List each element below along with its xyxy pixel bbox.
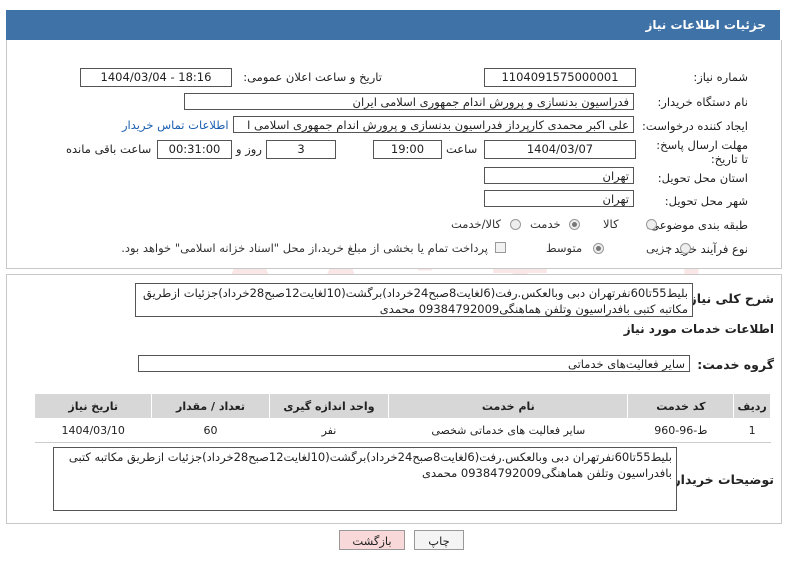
service-group-label: گروه خدمت: — [697, 357, 774, 372]
requester-field: علی اکبر محمدی کارپرداز فدراسیون بدنسازی… — [233, 116, 634, 133]
process-medium-label: متوسط — [546, 241, 583, 255]
page-title-bar: جزئیات اطلاعات نیاز — [6, 10, 780, 40]
city-field: تهران — [484, 190, 634, 207]
buyer-org-label: نام دستگاه خریدار: — [657, 95, 748, 109]
services-table: ردیف کد خدمت نام خدمت واحد اندازه گیری ت… — [33, 393, 771, 443]
process-minor-radio[interactable] — [680, 243, 691, 254]
remaining-days-label: روز و — [236, 142, 262, 156]
category-goods-service-radio[interactable] — [510, 219, 521, 230]
category-service-label: خدمت — [530, 217, 561, 231]
process-label: نوع فرآیند خرید : — [666, 242, 748, 256]
remaining-time-field: 00:31:00 — [157, 140, 232, 159]
buyer-notes-textarea[interactable]: بلیط55تا60نفرتهران دبی وبالعکس.رفت(6لغای… — [53, 447, 677, 511]
summary-textarea[interactable]: بلیط55تا60نفرتهران دبی وبالعکس.رفت(6لغای… — [135, 283, 693, 317]
cell-unit: نفر — [269, 418, 389, 443]
table-row: 1 ط-96-960 سایر فعالیت های خدماتی شخصی ن… — [34, 418, 771, 443]
announce-date-field: 1404/03/04 - 18:16 — [80, 68, 232, 87]
cell-row-number: 1 — [733, 418, 771, 443]
col-service-code: کد خدمت — [627, 393, 735, 419]
remaining-time-label: ساعت باقی مانده — [66, 142, 152, 156]
treasury-payment-note: پرداخت تمام یا بخشی از مبلغ خرید،از محل … — [121, 241, 488, 255]
treasury-payment-checkbox[interactable] — [495, 242, 506, 253]
process-medium-radio[interactable] — [593, 243, 604, 254]
col-service-name: نام خدمت — [388, 393, 629, 419]
need-number-field: 1104091575000001 — [484, 68, 636, 87]
buyer-notes-label: توضیحات خریدار: — [668, 472, 774, 487]
print-button[interactable]: چاپ — [414, 530, 464, 550]
deadline-date-field: 1404/03/07 — [484, 140, 636, 159]
category-goods-label: کالا — [603, 217, 619, 231]
summary-label: شرح کلی نیاز: — [684, 291, 774, 306]
deadline-time-field: 19:00 — [373, 140, 442, 159]
col-row-number: ردیف — [733, 393, 771, 419]
announce-date-label: تاریخ و ساعت اعلان عمومی: — [243, 70, 382, 84]
cell-service-code: ط-96-960 — [627, 418, 734, 443]
col-quantity: تعداد / مقدار — [151, 393, 270, 419]
process-minor-label: جزیی — [646, 241, 673, 255]
services-heading: اطلاعات خدمات مورد نیاز — [623, 322, 774, 336]
col-unit: واحد اندازه گیری — [268, 393, 390, 419]
service-group-field: سایر فعالیت‌های خدماتی — [138, 355, 690, 372]
back-button[interactable]: بازگشت — [339, 530, 405, 550]
services-table-header: ردیف کد خدمت نام خدمت واحد اندازه گیری ت… — [33, 393, 771, 419]
category-goods-service-label: کالا/خدمت — [451, 217, 502, 231]
need-number-label: شماره نیاز: — [693, 70, 748, 84]
province-field: تهران — [484, 167, 634, 184]
col-need-date: تاریخ نیاز — [33, 393, 153, 419]
category-goods-radio[interactable] — [646, 219, 657, 230]
buyer-contact-link[interactable]: اطلاعات تماس خریدار — [122, 118, 229, 132]
category-service-radio[interactable] — [569, 219, 580, 230]
province-label: استان محل تحویل: — [657, 171, 748, 185]
deadline-time-label: ساعت — [446, 142, 478, 156]
category-label: طبقه بندی موضوعی: — [646, 218, 748, 232]
cell-quantity: 60 — [151, 418, 270, 443]
cell-need-date: 1404/03/10 — [34, 418, 152, 443]
cell-service-name: سایر فعالیت های خدماتی شخصی — [388, 418, 628, 443]
remaining-days-field: 3 — [266, 140, 336, 159]
requester-label: ایجاد کننده درخواست: — [642, 119, 748, 133]
deadline-label: مهلت ارسال پاسخ: تا تاریخ: — [656, 138, 748, 166]
buyer-org-field: فدراسیون بدنسازی و پرورش اندام جمهوری اس… — [184, 93, 634, 110]
page-title: جزئیات اطلاعات نیاز — [645, 18, 766, 32]
city-label: شهر محل تحویل: — [664, 194, 748, 208]
